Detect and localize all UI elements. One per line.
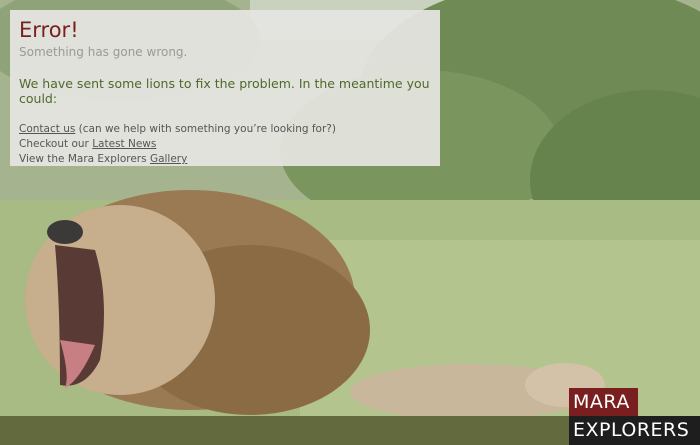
logo-line-2: EXPLORERS xyxy=(569,416,700,445)
news-prefix: Checkout our xyxy=(19,138,93,150)
suggestion-links: Contact us (can we help with something y… xyxy=(19,122,431,167)
mara-explorers-logo[interactable]: MARA EXPLORERS xyxy=(569,388,700,445)
error-title: Error! xyxy=(19,18,79,42)
error-lead: We have sent some lions to fix the probl… xyxy=(19,76,430,106)
contact-line: Contact us (can we help with something y… xyxy=(19,122,431,137)
gallery-line: View the Mara Explorers Gallery xyxy=(19,152,431,167)
logo-line-1: MARA xyxy=(569,388,638,417)
latest-news-link[interactable]: Latest News xyxy=(92,138,156,150)
contact-suffix: (can we help with something you’re looki… xyxy=(75,123,336,135)
error-panel: Error! Something has gone wrong. We have… xyxy=(10,10,440,166)
gallery-prefix: View the Mara Explorers xyxy=(19,153,150,165)
contact-us-link[interactable]: Contact us xyxy=(19,123,75,135)
error-subtitle: Something has gone wrong. xyxy=(19,45,188,59)
news-line: Checkout our Latest News xyxy=(19,137,431,152)
gallery-link[interactable]: Gallery xyxy=(150,153,187,165)
